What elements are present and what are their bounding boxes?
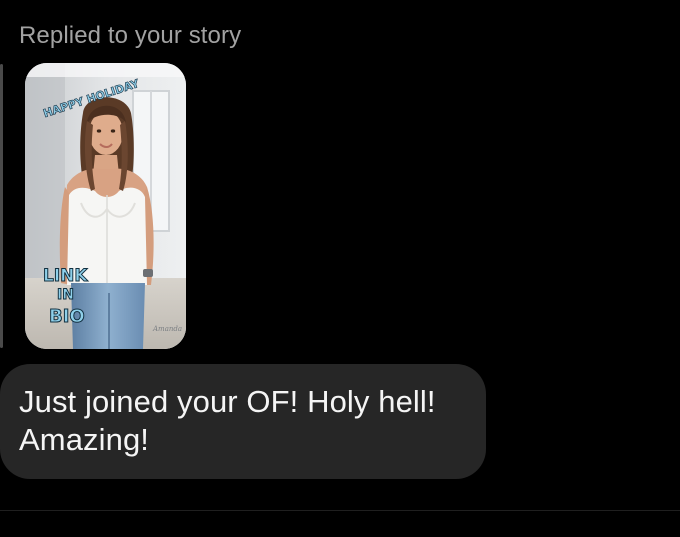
story-photo: HAPPY HOLIDAY LINK IN BIO Amanda xyxy=(25,63,186,349)
sticker-in-text: IN xyxy=(57,287,74,303)
sticker-bio-text: BIO xyxy=(49,306,85,327)
reply-quote-bar xyxy=(0,64,3,348)
message-bubble[interactable]: Just joined your OF! Holy hell! Amazing! xyxy=(0,364,486,479)
photo-signature: Amanda xyxy=(152,325,182,333)
replied-to-story-label: Replied to your story xyxy=(19,22,242,49)
bottom-divider xyxy=(0,510,680,511)
sticker-link-text: LINK xyxy=(43,266,88,286)
message-text: Just joined your OF! Holy hell! Amazing! xyxy=(19,384,436,457)
story-thumbnail[interactable]: HAPPY HOLIDAY LINK IN BIO Amanda xyxy=(25,63,186,349)
